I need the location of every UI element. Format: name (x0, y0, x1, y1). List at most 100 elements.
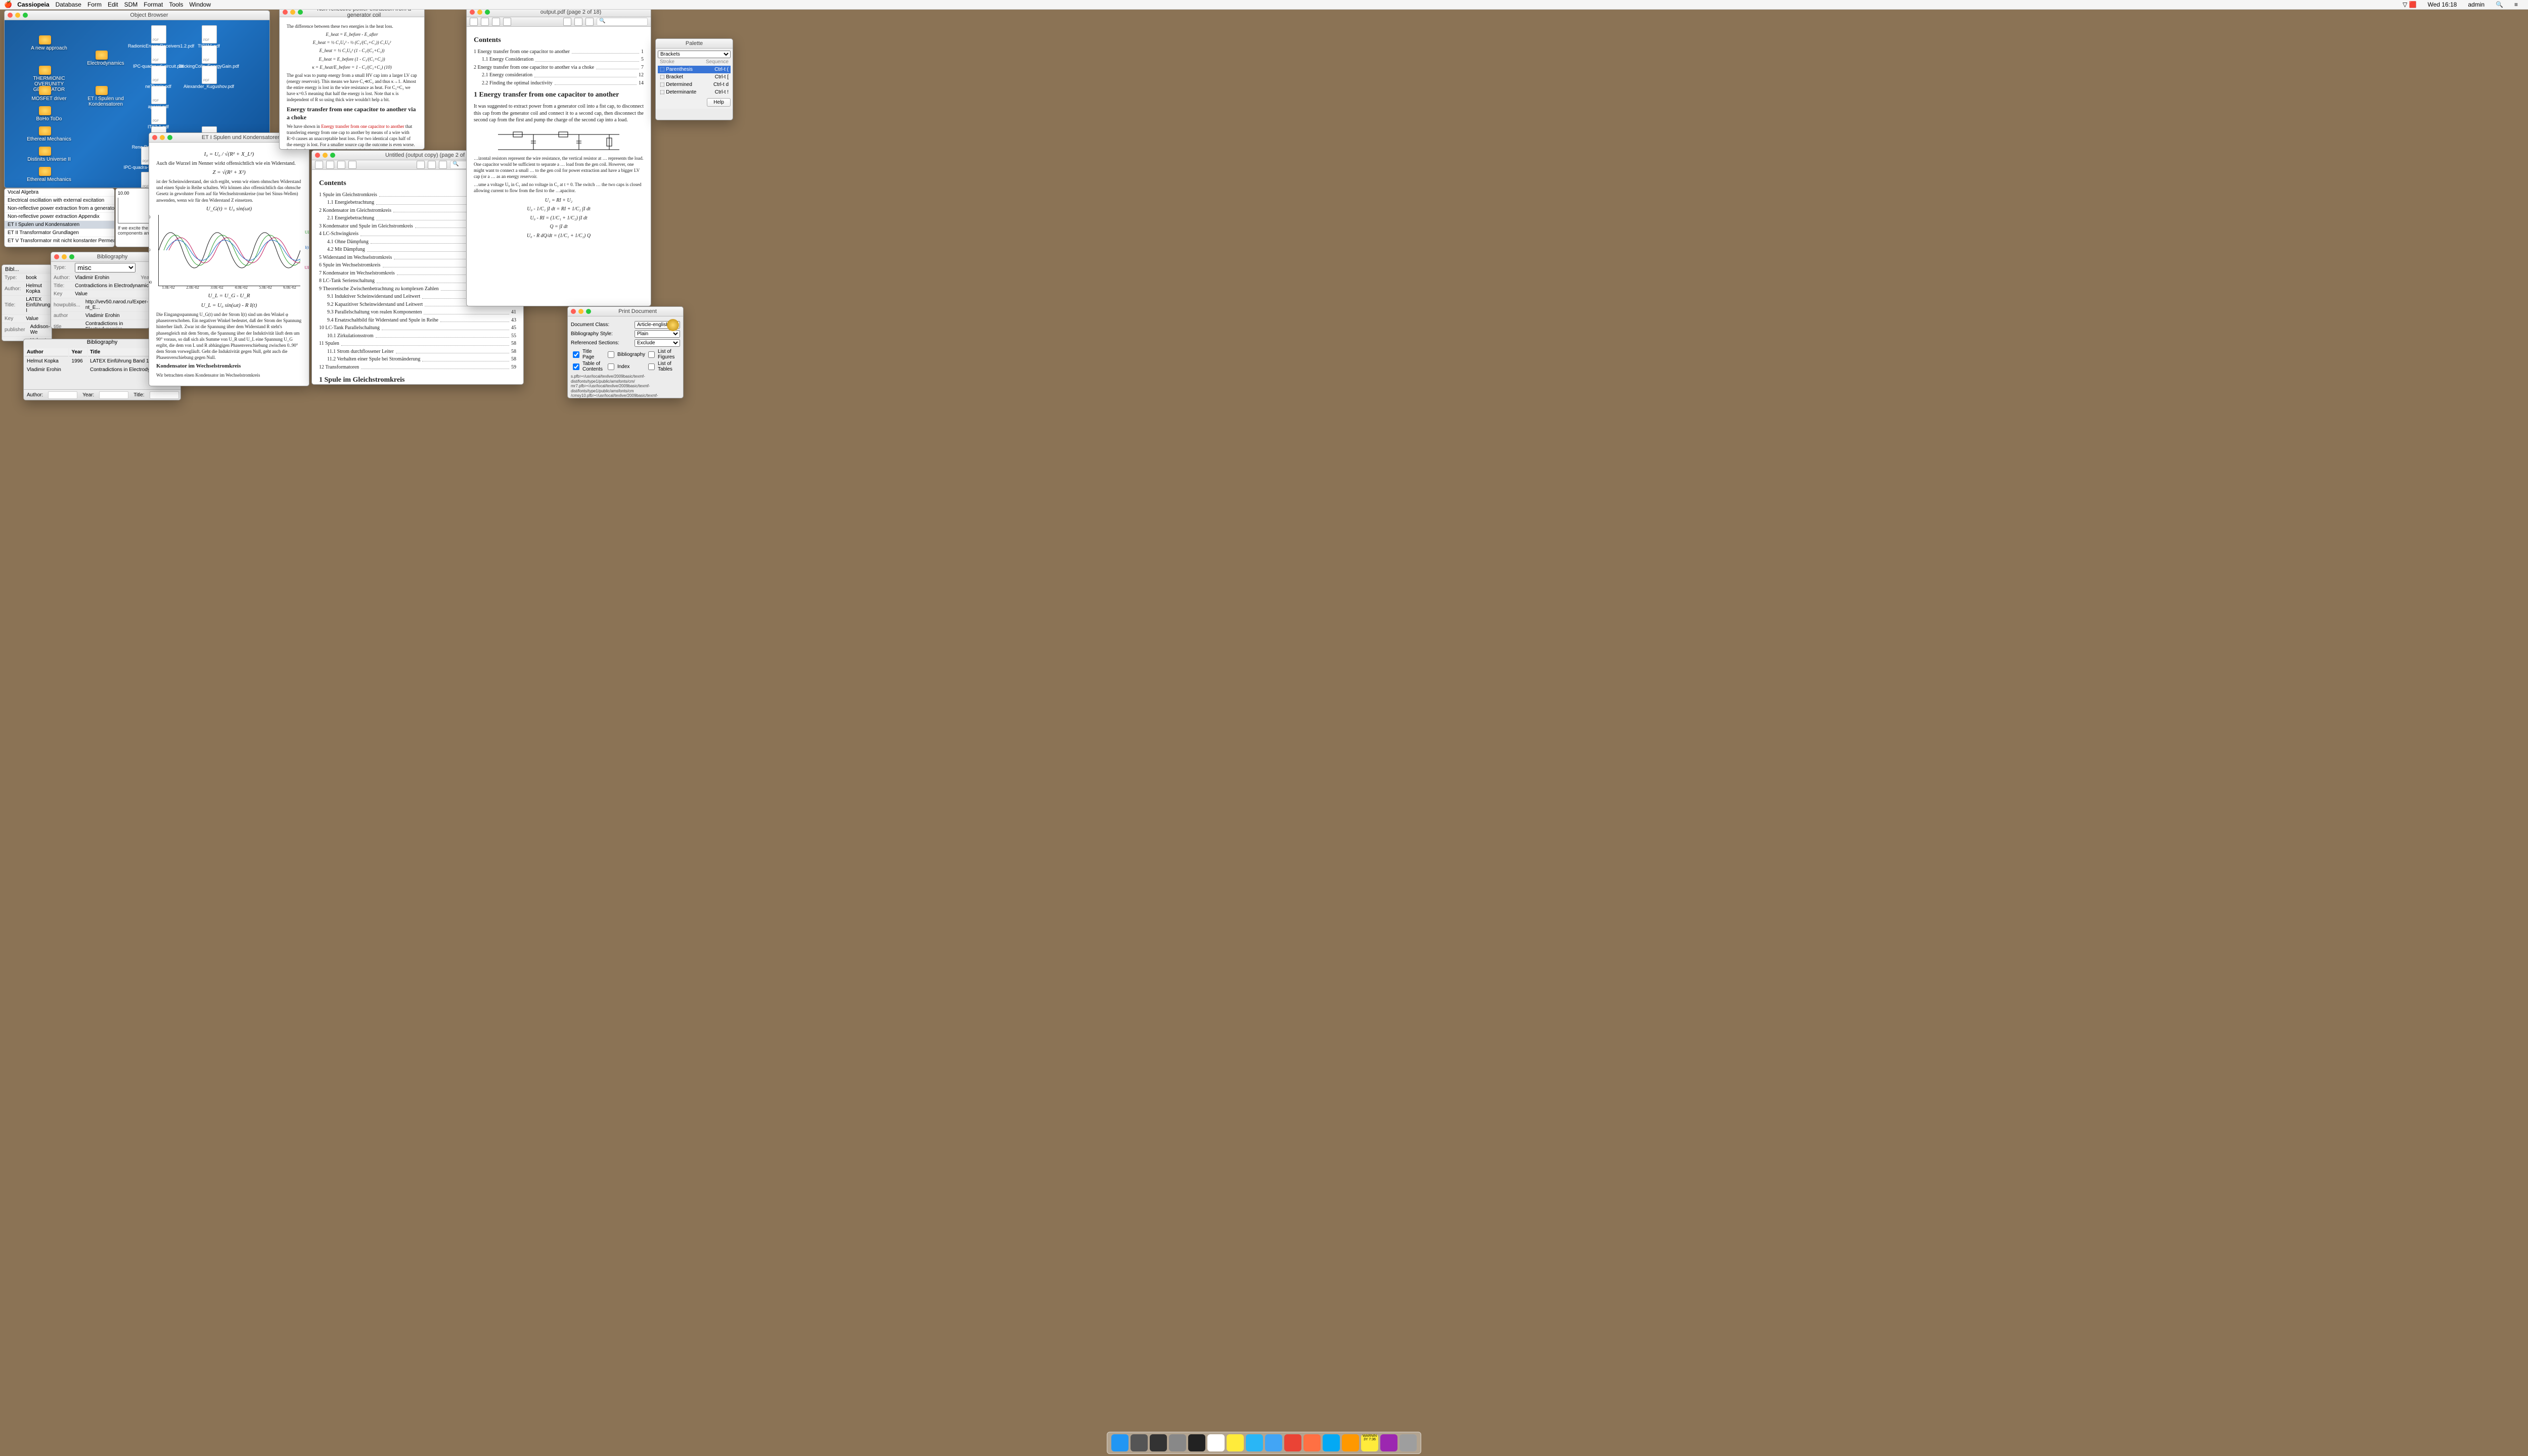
doc-item[interactable]: ET II Transformator Grundlagen (5, 229, 114, 237)
file-icon[interactable] (151, 86, 166, 104)
dock-warning[interactable]: WARNIN 3Y 7:36 (1361, 1434, 1378, 1451)
toc-entry[interactable]: 9.3 Parallelschaltung von realen Kompone… (319, 309, 516, 316)
edit-icon[interactable] (439, 161, 447, 169)
dock-notes[interactable] (1227, 1434, 1244, 1451)
dock-launchpad[interactable] (1169, 1434, 1186, 1451)
zoom-out-icon[interactable] (326, 161, 334, 169)
print-check-list-of-tables[interactable]: List of Tables (646, 361, 680, 372)
print-check-table-of-contents[interactable]: Table of Contents (571, 361, 605, 372)
minimize-icon[interactable] (160, 135, 165, 140)
apple-menu[interactable]: 🍎 (4, 1, 12, 9)
zoom-icon[interactable] (330, 153, 335, 158)
zoom-icon[interactable] (167, 135, 172, 140)
minimize-icon[interactable] (15, 13, 20, 18)
dock-photos[interactable] (1380, 1434, 1397, 1451)
dock-textedit[interactable] (1207, 1434, 1225, 1451)
minimize-icon[interactable] (578, 309, 583, 314)
bib2-title-field[interactable]: Contradictions in Electrodynamics (72, 282, 150, 290)
filter-author[interactable] (48, 391, 77, 399)
node-et-i-spulen-und-kondensatoren[interactable] (96, 86, 108, 95)
toc-entry[interactable]: 1.1 Energy Consideration5 (474, 56, 644, 63)
zoom-icon[interactable] (298, 10, 303, 15)
menu-icon[interactable]: ≡ (2514, 1, 2518, 8)
dock-mission[interactable] (1150, 1434, 1167, 1451)
print-check-index[interactable]: Index (606, 361, 645, 372)
sidebar-icon[interactable] (315, 161, 323, 169)
dock-dashboard[interactable] (1131, 1434, 1148, 1451)
node-ethereal-mechanics[interactable] (39, 167, 51, 176)
doc-item[interactable]: Electrical oscillation with external exc… (5, 197, 114, 205)
dock-safari[interactable] (1246, 1434, 1263, 1451)
dock-trash[interactable] (1400, 1434, 1417, 1451)
node-boho-todo[interactable] (39, 106, 51, 115)
zoom-icon[interactable] (69, 254, 74, 259)
minimize-icon[interactable] (62, 254, 67, 259)
et1-content[interactable]: I₀ = U₀ / √(R² + X_L²) Auch die Wurzel i… (149, 143, 309, 384)
toc-entry[interactable]: 11.2 Verhalten einer Spule bei Stromände… (319, 356, 516, 363)
zoom-icon[interactable] (586, 309, 591, 314)
close-icon[interactable] (571, 309, 576, 314)
zoom-out-icon[interactable] (481, 18, 489, 26)
sidebar-icon[interactable] (470, 18, 478, 26)
flag-icon[interactable]: ▽ 🟥 (2403, 1, 2417, 8)
node-distinits-universe-ii[interactable] (39, 147, 51, 156)
toc-entry[interactable]: 10.1 Zirkulationsstrom55 (319, 333, 516, 340)
file-icon[interactable] (151, 106, 166, 124)
bib2-type-select[interactable]: misc (75, 263, 136, 272)
print-check-title-page[interactable]: Title Page (571, 349, 605, 360)
toc-entry[interactable]: 9.4 Ersatzschaltbild für Widerstand und … (319, 317, 516, 324)
menu-tools[interactable]: Tools (169, 1, 183, 8)
toc-entry[interactable]: 12 Transformatoren59 (319, 364, 516, 371)
toc-entry[interactable]: 2.1 Energy consideration12 (474, 72, 644, 79)
menu-sdm[interactable]: SDM (124, 1, 138, 8)
file-icon[interactable] (151, 25, 166, 43)
markup-icon[interactable] (585, 18, 594, 26)
node-ethereal-mechanics[interactable] (39, 126, 51, 135)
doc-item[interactable]: Non-reflective power extraction Appendix (5, 213, 114, 221)
clock[interactable]: Wed 16:18 (2428, 1, 2457, 8)
doc-item[interactable]: ET V Transformator mit nicht konstanter … (5, 237, 114, 245)
file-icon[interactable] (151, 66, 166, 84)
print-check-bibliography[interactable]: Bibliography (606, 349, 645, 360)
gear-icon[interactable] (667, 319, 679, 331)
bib1-title-field[interactable]: LATEX Einführung I (23, 296, 52, 315)
menu-window[interactable]: Window (189, 1, 211, 8)
dock-preview[interactable] (1265, 1434, 1282, 1451)
dock-finder[interactable] (1111, 1434, 1128, 1451)
share-icon[interactable] (503, 18, 511, 26)
palette-item[interactable]: ⬚ DeterminanteCtrl-t ! (658, 88, 731, 96)
file-icon[interactable] (202, 25, 217, 43)
dock-chrome[interactable] (1284, 1434, 1301, 1451)
bib1-author[interactable]: Helmut Kopka (23, 282, 52, 296)
markup-icon[interactable] (417, 161, 425, 169)
palette-item[interactable]: ⬚ BracketCtrl-t [ (658, 73, 731, 81)
toc-entry[interactable]: 1 Energy transfer from one capacitor to … (474, 49, 644, 56)
user[interactable]: admin (2468, 1, 2485, 8)
bib-row[interactable]: howpublis...http://vev50.narod.ru/Exper-… (51, 298, 150, 312)
menu-edit[interactable]: Edit (108, 1, 118, 8)
help-button[interactable]: Help (707, 98, 731, 107)
toc-entry[interactable]: 11 Spulen58 (319, 340, 516, 347)
minimize-icon[interactable] (477, 10, 482, 15)
rotate-icon[interactable] (428, 161, 436, 169)
file-icon[interactable] (202, 46, 217, 64)
file-icon[interactable] (202, 66, 217, 84)
toc-entry[interactable]: 10 LC-Tank Parallelschaltung45 (319, 325, 516, 332)
node-thermionic-overunity-generator[interactable] (39, 66, 51, 75)
highlight-icon[interactable] (563, 18, 571, 26)
bib-row[interactable]: titleContradictions in Electrodynamics (51, 320, 150, 329)
node-mosfet-driver[interactable] (39, 86, 51, 95)
node-electrodynamics[interactable] (96, 51, 108, 60)
app-name[interactable]: Cassiopeia (17, 1, 49, 8)
menu-database[interactable]: Database (56, 1, 81, 8)
zoom-icon[interactable] (23, 13, 28, 18)
bib-row[interactable]: authorVladimir Erohin (51, 312, 150, 320)
close-icon[interactable] (152, 135, 157, 140)
minimize-icon[interactable] (290, 10, 295, 15)
search-input[interactable]: 🔍 (597, 18, 648, 26)
toc-entry[interactable]: 2 Energy transfer from one capacitor to … (474, 64, 644, 71)
file-icon[interactable] (151, 46, 166, 64)
spotlight-icon[interactable]: 🔍 (2496, 1, 2503, 8)
rotate-icon[interactable] (574, 18, 582, 26)
zoom-in-icon[interactable] (337, 161, 345, 169)
